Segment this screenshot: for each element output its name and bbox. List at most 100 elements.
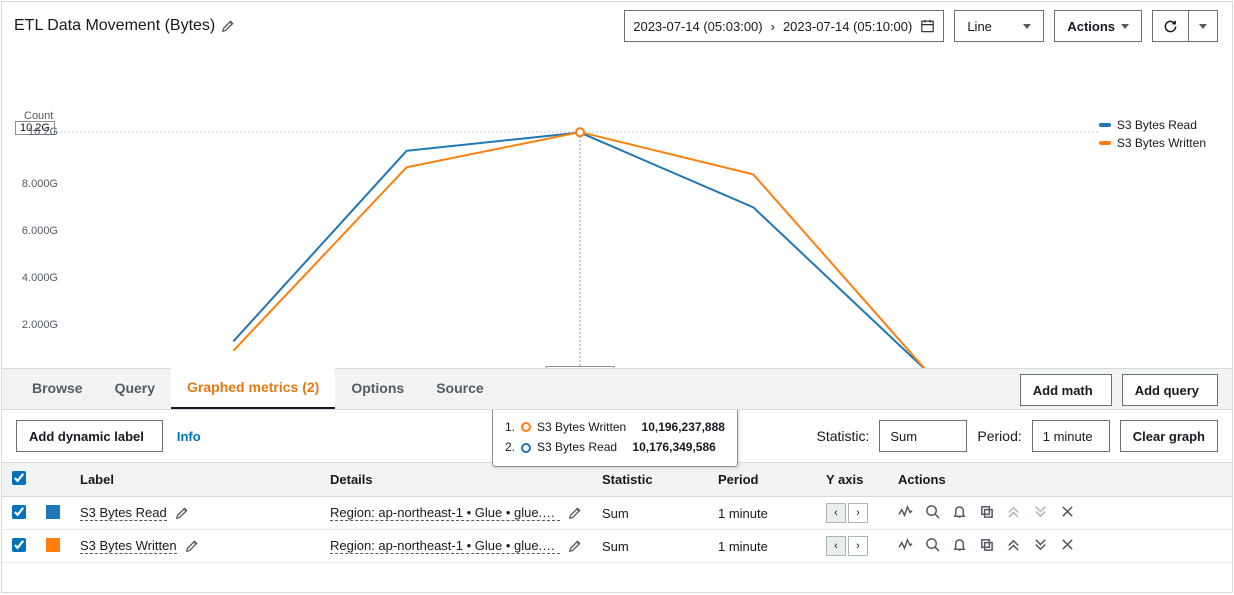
- chart-type-select[interactable]: Line: [954, 10, 1044, 42]
- edit-title-icon[interactable]: [221, 19, 235, 33]
- refresh-menu-button[interactable]: [1188, 10, 1218, 42]
- tooltip-idx: 1.: [505, 417, 515, 437]
- header-toolbar: ETL Data Movement (Bytes) 2023-07-14 (05…: [2, 2, 1232, 48]
- move-down-icon[interactable]: [1033, 504, 1048, 522]
- refresh-button[interactable]: [1152, 10, 1188, 42]
- select-all-checkbox[interactable]: [12, 471, 26, 485]
- tab-options[interactable]: Options: [335, 367, 420, 409]
- statistic-select[interactable]: Sum: [879, 420, 967, 452]
- yaxis-left-button[interactable]: ‹: [826, 503, 846, 523]
- chart-area: Count 10.2G 10.2G 8.000G 6.000G 4.000G 2…: [2, 48, 1232, 368]
- tooltip-row: 1. S3 Bytes Written 10,196,237,888: [505, 417, 725, 437]
- edit-details-icon[interactable]: [568, 506, 582, 520]
- row-label[interactable]: S3 Bytes Written: [80, 538, 177, 554]
- yaxis-right-button[interactable]: ›: [848, 536, 868, 556]
- series-swatch-icon[interactable]: [46, 505, 60, 519]
- tooltip-name: S3 Bytes Read: [537, 437, 617, 457]
- add-math-button[interactable]: Add math: [1020, 374, 1112, 406]
- row-details[interactable]: Region: ap-northeast-1 • Glue • glue.ALL…: [330, 505, 560, 521]
- anomaly-icon[interactable]: [898, 504, 913, 522]
- add-dynamic-label-text: Add dynamic label: [29, 429, 144, 444]
- metrics-table: Label Details Statistic Period Y axis Ac…: [2, 462, 1232, 563]
- remove-icon[interactable]: [1060, 504, 1075, 522]
- zoom-icon[interactable]: [925, 504, 940, 522]
- col-header-actions: Actions: [888, 463, 1232, 497]
- series-written-line: [233, 132, 926, 371]
- alarm-bell-icon[interactable]: [952, 504, 967, 522]
- series-swatch-icon[interactable]: [46, 538, 60, 552]
- edit-label-icon[interactable]: [185, 539, 199, 553]
- period-label: Period:: [977, 428, 1021, 444]
- y-tick: 10.2G: [28, 126, 58, 138]
- actions-button[interactable]: Actions: [1054, 10, 1142, 42]
- tab-query[interactable]: Query: [99, 367, 171, 409]
- y-tick: 6.000G: [22, 225, 58, 237]
- tab-graphed-metrics[interactable]: Graphed metrics (2): [171, 367, 335, 409]
- row-statistic-select[interactable]: Sum: [602, 506, 698, 521]
- tooltip-name: S3 Bytes Written: [537, 417, 626, 437]
- row-period-select[interactable]: 1 minute: [718, 539, 806, 554]
- refresh-group: [1152, 10, 1218, 42]
- info-link[interactable]: Info: [177, 429, 201, 444]
- legend: S3 Bytes Read S3 Bytes Written: [1099, 114, 1206, 154]
- actions-label: Actions: [1067, 19, 1115, 34]
- y-tick: 4.000G: [22, 272, 58, 284]
- legend-label: S3 Bytes Written: [1117, 136, 1206, 150]
- row-statistic-select[interactable]: Sum: [602, 539, 698, 554]
- yaxis-right-button[interactable]: ›: [848, 503, 868, 523]
- remove-icon[interactable]: [1060, 537, 1075, 555]
- legend-label: S3 Bytes Read: [1117, 118, 1197, 132]
- time-range-to: 2023-07-14 (05:10:00): [783, 19, 912, 34]
- col-header-period: Period: [708, 463, 816, 497]
- tab-browse[interactable]: Browse: [16, 367, 99, 409]
- row-period-value: 1 minute: [718, 506, 768, 521]
- row-details[interactable]: Region: ap-northeast-1 • Glue • glue.ALL…: [330, 538, 560, 554]
- refresh-icon: [1163, 19, 1178, 34]
- add-math-label: Add math: [1033, 383, 1093, 398]
- add-dynamic-label-button[interactable]: Add dynamic label: [16, 420, 163, 452]
- legend-item[interactable]: S3 Bytes Written: [1099, 136, 1206, 150]
- row-label[interactable]: S3 Bytes Read: [80, 505, 167, 521]
- y-axis-ticks: 10.2G 8.000G 6.000G 4.000G 2.000G: [14, 132, 58, 372]
- table-row: S3 Bytes Written Region: ap-northeast-1 •…: [2, 530, 1232, 563]
- statistic-value: Sum: [890, 429, 917, 444]
- tooltip-value: 10,176,349,586: [632, 437, 715, 457]
- row-statistic-value: Sum: [602, 506, 629, 521]
- caret-down-icon: [1023, 24, 1031, 29]
- caret-down-icon: [1199, 24, 1207, 29]
- caret-down-icon: [1121, 24, 1129, 29]
- range-separator-icon: ›: [771, 19, 775, 34]
- chart-plot[interactable]: [60, 132, 1100, 372]
- y-tick: 8.000G: [22, 178, 58, 190]
- legend-item[interactable]: S3 Bytes Read: [1099, 118, 1206, 132]
- add-query-button[interactable]: Add query: [1122, 374, 1218, 406]
- move-down-icon[interactable]: [1033, 537, 1048, 555]
- edit-label-icon[interactable]: [175, 506, 189, 520]
- title-text: ETL Data Movement (Bytes): [14, 17, 215, 35]
- time-range-from: 2023-07-14 (05:03:00): [633, 19, 762, 34]
- add-query-label: Add query: [1135, 383, 1199, 398]
- anomaly-icon[interactable]: [898, 537, 913, 555]
- y-tick: 2.000G: [22, 319, 58, 331]
- tooltip-value: 10,196,237,888: [642, 417, 725, 437]
- duplicate-icon[interactable]: [979, 504, 994, 522]
- move-up-icon[interactable]: [1006, 504, 1021, 522]
- time-range-picker[interactable]: 2023-07-14 (05:03:00) › 2023-07-14 (05:1…: [624, 10, 944, 42]
- hover-point-icon: [576, 128, 584, 136]
- clear-graph-button[interactable]: Clear graph: [1120, 420, 1218, 452]
- page-title: ETL Data Movement (Bytes): [14, 17, 235, 35]
- period-select[interactable]: 1 minute: [1032, 420, 1110, 452]
- tab-source[interactable]: Source: [420, 367, 499, 409]
- chart-type-value: Line: [967, 19, 992, 34]
- row-period-select[interactable]: 1 minute: [718, 506, 806, 521]
- row-checkbox[interactable]: [12, 505, 26, 519]
- duplicate-icon[interactable]: [979, 537, 994, 555]
- col-header-label: Label: [70, 463, 320, 497]
- edit-details-icon[interactable]: [568, 539, 582, 553]
- zoom-icon[interactable]: [925, 537, 940, 555]
- col-header-details: Details: [320, 463, 592, 497]
- row-checkbox[interactable]: [12, 538, 26, 552]
- yaxis-left-button[interactable]: ‹: [826, 536, 846, 556]
- alarm-bell-icon[interactable]: [952, 537, 967, 555]
- move-up-icon[interactable]: [1006, 537, 1021, 555]
